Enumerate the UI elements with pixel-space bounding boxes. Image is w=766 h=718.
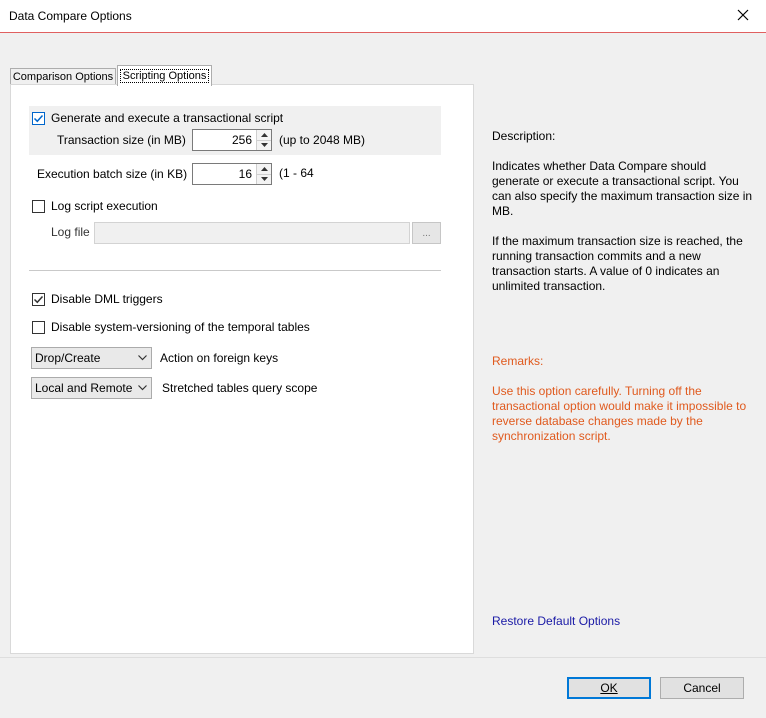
- description-title: Description:: [492, 129, 556, 143]
- disable-versioning-label: Disable system-versioning of the tempora…: [51, 320, 310, 334]
- close-icon: [737, 9, 749, 24]
- tab-label: Comparison Options: [12, 71, 114, 83]
- stretched-scope-label: Stretched tables query scope: [162, 381, 318, 395]
- log-script-checkbox[interactable]: [32, 199, 45, 213]
- disable-dml-checkbox[interactable]: [32, 292, 45, 306]
- disable-dml-label: Disable DML triggers: [51, 292, 163, 306]
- batch-size-value[interactable]: 16: [193, 164, 256, 184]
- foreign-keys-label: Action on foreign keys: [160, 351, 279, 365]
- batch-size-label: Execution batch size (in KB): [37, 167, 188, 181]
- generate-transactional-option[interactable]: Generate and execute a transactional scr…: [32, 111, 283, 125]
- log-script-option[interactable]: Log script execution: [32, 199, 158, 213]
- cancel-button-label: Cancel: [683, 681, 721, 695]
- log-file-label: Log file: [51, 225, 90, 239]
- browse-log-file-button[interactable]: ...: [412, 222, 441, 244]
- spin-down-icon[interactable]: [257, 173, 271, 184]
- disable-dml-option[interactable]: Disable DML triggers: [32, 292, 163, 306]
- dialog-window: Data Compare Options Comparison Options …: [0, 0, 766, 718]
- chevron-down-icon: [133, 355, 151, 361]
- footer-divider: [0, 657, 766, 658]
- tab-scripting-options[interactable]: Scripting Options: [117, 65, 212, 86]
- scripting-options-panel: Generate and execute a transactional scr…: [10, 84, 474, 654]
- transaction-size-label: Transaction size (in MB): [57, 133, 186, 147]
- spin-down-icon[interactable]: [257, 139, 271, 150]
- generate-transactional-label: Generate and execute a transactional scr…: [51, 111, 284, 125]
- ok-button-label: OK: [600, 681, 618, 695]
- tab-label: Scripting Options: [119, 69, 210, 83]
- description-paragraph: Indicates whether Data Compare should ge…: [492, 159, 753, 218]
- restore-defaults-link[interactable]: Restore Default Options: [492, 614, 620, 628]
- log-file-field[interactable]: [94, 222, 410, 244]
- foreign-keys-selected: Drop/Create: [35, 351, 101, 365]
- description-body: Indicates whether Data Compare should ge…: [492, 159, 754, 309]
- batch-size-stepper[interactable]: 16: [192, 163, 272, 185]
- disable-versioning-option[interactable]: Disable system-versioning of the tempora…: [32, 320, 310, 334]
- batch-size-hint: (1 - 64: [279, 166, 314, 180]
- spin-up-icon[interactable]: [257, 164, 271, 174]
- spin-up-icon[interactable]: [257, 130, 271, 140]
- remarks-body: Use this option carefully. Turning off t…: [492, 384, 747, 443]
- remarks-title: Remarks:: [492, 354, 544, 368]
- description-paragraph: If the maximum transaction size is reach…: [492, 234, 743, 293]
- chevron-down-icon: [133, 385, 151, 391]
- tab-comparison-options[interactable]: Comparison Options: [10, 68, 116, 85]
- title-bar: Data Compare Options: [0, 0, 766, 33]
- foreign-keys-select[interactable]: Drop/Create: [31, 347, 152, 369]
- generate-transactional-checkbox[interactable]: [32, 111, 45, 125]
- transaction-size-stepper[interactable]: 256: [192, 129, 272, 151]
- cancel-button[interactable]: Cancel: [660, 677, 744, 699]
- stretched-scope-select[interactable]: Local and Remote: [31, 377, 152, 399]
- log-script-label: Log script execution: [51, 199, 158, 213]
- transaction-size-value[interactable]: 256: [193, 130, 256, 150]
- stretched-scope-selected: Local and Remote: [35, 381, 133, 395]
- close-button[interactable]: [720, 0, 766, 32]
- disable-versioning-checkbox[interactable]: [32, 320, 45, 334]
- section-divider: [29, 270, 441, 271]
- ok-button[interactable]: OK: [567, 677, 651, 699]
- window-title: Data Compare Options: [9, 9, 132, 23]
- transaction-size-hint: (up to 2048 MB): [279, 133, 366, 147]
